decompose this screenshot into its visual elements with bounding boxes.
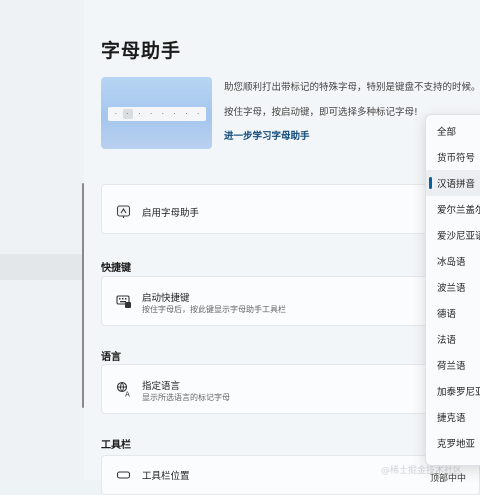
hero-instruction: 按住字母，按启动键，即可选择多种标记字母! bbox=[224, 107, 418, 118]
shortcut-card[interactable]: 启动快捷键 按住字母后，按此键显示字母助手工具栏 bbox=[101, 276, 480, 326]
section-heading-toolbar: 工具栏 bbox=[101, 440, 131, 451]
language-dropdown[interactable]: 全部 货币符号 汉语拼音 爱尔兰盖尔 爱沙尼亚语 冰岛语 波兰语 德语 法语 荷… bbox=[425, 114, 480, 466]
key-preview: · bbox=[114, 110, 117, 118]
key-preview: · bbox=[138, 110, 141, 118]
letter-assistant-icon bbox=[116, 204, 132, 220]
hero-illustration: · · · · · · · · bbox=[101, 77, 212, 149]
key-preview: · bbox=[122, 109, 133, 119]
learn-more-link[interactable]: 进一步学习字母助手 bbox=[224, 128, 310, 142]
enable-label: 启用字母助手 bbox=[142, 208, 200, 219]
dropdown-option[interactable]: 爱沙尼亚语 bbox=[426, 222, 480, 248]
key-preview: · bbox=[197, 110, 200, 118]
dropdown-option[interactable]: 货币符号 bbox=[426, 144, 480, 170]
section-heading-shortcut: 快捷键 bbox=[101, 263, 131, 274]
page-title: 字母助手 bbox=[101, 40, 182, 62]
toolbar-position-icon bbox=[116, 470, 132, 486]
dropdown-option[interactable]: 爱尔兰盖尔 bbox=[426, 196, 480, 222]
toolbar-preview: · · · · · · · · bbox=[108, 107, 206, 121]
key-preview: · bbox=[150, 110, 153, 118]
dropdown-option[interactable]: 冰岛语 bbox=[426, 248, 480, 274]
dropdown-option[interactable]: 荷兰语 bbox=[426, 352, 480, 378]
shortcut-title: 启动快捷键 bbox=[142, 293, 190, 304]
scrollbar[interactable] bbox=[82, 183, 84, 408]
dropdown-option[interactable]: 捷克语 bbox=[426, 404, 480, 430]
hero-description: 助您顺利打出带标记的特殊字母，特别是键盘不支持的时候。 bbox=[224, 82, 480, 93]
dropdown-option[interactable]: 克罗地亚 bbox=[426, 430, 480, 456]
language-icon: A bbox=[116, 381, 132, 399]
dropdown-option-selected[interactable]: 汉语拼音 bbox=[426, 170, 480, 196]
keyboard-icon bbox=[116, 293, 132, 309]
dropdown-option[interactable]: 法语 bbox=[426, 326, 480, 352]
language-subtitle: 显示所选语言的标记字母 bbox=[142, 393, 230, 402]
language-card[interactable]: A 指定语言 显示所选语言的标记字母 bbox=[101, 364, 480, 414]
key-preview: · bbox=[173, 110, 176, 118]
dropdown-option[interactable]: 加泰罗尼亚 bbox=[426, 378, 480, 404]
section-heading-language: 语言 bbox=[101, 352, 121, 363]
shortcut-subtitle: 按住字母后，按此键显示字母助手工具栏 bbox=[142, 305, 286, 314]
nav-selected-item[interactable] bbox=[0, 254, 82, 280]
selection-indicator bbox=[429, 177, 432, 189]
key-preview: · bbox=[185, 110, 188, 118]
dropdown-option[interactable]: 全部 bbox=[426, 118, 480, 144]
svg-text:A: A bbox=[125, 391, 130, 398]
enable-toggle-card[interactable]: 启用字母助手 bbox=[101, 184, 480, 234]
dropdown-option[interactable]: 波兰语 bbox=[426, 274, 480, 300]
nav-sidebar bbox=[0, 0, 82, 480]
key-preview: · bbox=[161, 110, 164, 118]
language-title: 指定语言 bbox=[142, 381, 181, 392]
dropdown-option[interactable]: 德语 bbox=[426, 300, 480, 326]
